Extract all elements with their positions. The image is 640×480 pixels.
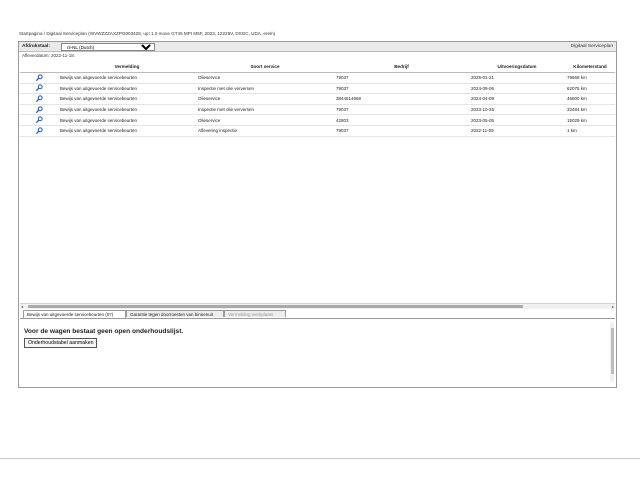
cell-soort-service: Olieservice	[196, 72, 334, 84]
col-bedrijf-header[interactable]: Bedrijf	[334, 60, 469, 73]
magnifier-icon[interactable]	[35, 105, 43, 113]
col-kilometerstand-header[interactable]: Kilometerstand	[565, 60, 615, 73]
scroll-right-icon[interactable]: ▸	[612, 304, 614, 309]
language-select[interactable]: nl-NL (Dutch)	[61, 42, 155, 51]
tab-strip: Bewijs van uitgevoerde servicebeurten (0…	[20, 310, 615, 319]
tab-workshop-notes: Vermelding werkplaats	[224, 310, 286, 317]
print-language-label: Afdrukstaal:	[22, 43, 50, 49]
cell-vermelding: Bewijs van uitgevoerde servicebeurten	[58, 83, 196, 95]
cell-soort-service: Aflevering inspectie	[196, 125, 334, 137]
vertical-scrollbar-thumb[interactable]	[610, 328, 614, 374]
cell-vermelding: Bewijs van uitgevoerde servicebeurten	[58, 104, 196, 116]
cell-kilometerstand: 79668 km	[565, 72, 615, 84]
col-vermelding-header[interactable]: Vermelding	[58, 60, 196, 73]
cell-bedrijf: 79037	[334, 125, 469, 137]
table-row[interactable]: Bewijs van uitgevoerde servicebeurten Oli…	[20, 114, 615, 126]
table-row[interactable]: Bewijs van uitgevoerde servicebeurten Oli…	[20, 93, 615, 105]
cell-vermelding: Bewijs van uitgevoerde servicebeurten	[58, 114, 196, 126]
tab-service-records[interactable]: Bewijs van uitgevoerde servicebeurten (0…	[23, 310, 126, 318]
magnifier-icon[interactable]	[35, 116, 43, 124]
view-icon[interactable]	[20, 125, 58, 137]
toolbar: Afdrukstaal: nl-NL (Dutch) Digitaal Serv…	[19, 42, 616, 52]
cell-bedrijf: 79037	[334, 83, 469, 95]
cell-soort-service: Olieservice	[196, 93, 334, 105]
service-history-table: Vermelding Soort service Bedrijf Uitvoer…	[20, 60, 615, 137]
breadcrumb: Startpagina / Digitaal Serviceplan (WVWZ…	[19, 31, 276, 36]
cell-uitvoeringsdatum: 2024-04-09	[469, 93, 565, 105]
view-icon[interactable]	[20, 114, 58, 126]
cell-uitvoeringsdatum: 2023-05-05	[469, 114, 565, 126]
magnifier-icon[interactable]	[35, 84, 43, 92]
cell-bedrijf: 42803	[334, 114, 469, 126]
table-row[interactable]: Bewijs van uitgevoerde servicebeurten Oli…	[20, 72, 615, 84]
cell-vermelding: Bewijs van uitgevoerde servicebeurten	[58, 125, 196, 137]
view-icon[interactable]	[20, 83, 58, 95]
magnifier-icon[interactable]	[35, 74, 43, 81]
cell-soort-service: Inspectie met olie verversen	[196, 104, 334, 116]
panel-title: Digitaal Serviceplan	[570, 43, 613, 49]
no-open-list-message: Voor de wagen bestaat geen open onderhou…	[24, 328, 184, 335]
cell-bedrijf: 79037	[334, 72, 469, 84]
cell-soort-service: Inspectie met olie verversen	[196, 83, 334, 95]
service-history-grid: Vermelding Soort service Bedrijf Uitvoer…	[20, 60, 615, 325]
cell-kilometerstand: 46600 km	[565, 93, 615, 105]
cell-kilometerstand: 1 km	[565, 125, 615, 137]
scroll-left-icon[interactable]: ◂	[21, 304, 23, 309]
cell-vermelding: Bewijs van uitgevoerde servicebeurten	[58, 72, 196, 84]
delivery-date: Afleverdatum: 2022-11-18.	[22, 53, 75, 58]
magnifier-icon[interactable]	[35, 95, 43, 102]
cell-bedrijf: 3844614668	[334, 93, 469, 105]
divider	[0, 458, 640, 459]
service-plan-panel: Afdrukstaal: nl-NL (Dutch) Digitaal Serv…	[18, 41, 617, 388]
magnifier-icon[interactable]	[35, 127, 43, 134]
view-icon[interactable]	[20, 104, 58, 116]
view-icon[interactable]	[20, 72, 58, 84]
cell-kilometerstand: 62075 km	[565, 83, 615, 95]
col-icon-header	[20, 60, 58, 73]
horizontal-scrollbar[interactable]: ◂ ▸	[20, 303, 615, 309]
table-header-row: Vermelding Soort service Bedrijf Uitvoer…	[20, 60, 615, 73]
cell-uitvoeringsdatum: 2024-09-06	[469, 83, 565, 95]
scrollbar-thumb[interactable]	[28, 305, 523, 308]
table-row[interactable]: Bewijs van uitgevoerde servicebeurten Ins…	[20, 83, 615, 95]
table-row[interactable]: Bewijs van uitgevoerde servicebeurten Ins…	[20, 104, 615, 116]
tab-rust-warranty[interactable]: Garantie tegen doorroesten van binnenuit	[126, 310, 224, 317]
cell-kilometerstand: 15029 km	[565, 114, 615, 126]
cell-vermelding: Bewijs van uitgevoerde servicebeurten	[58, 93, 196, 105]
cell-uitvoeringsdatum: 2023-10-26	[469, 104, 565, 116]
maintenance-panel: Voor de wagen bestaat geen open onderhou…	[20, 320, 615, 386]
col-soort-service-header[interactable]: Soort service	[196, 60, 334, 73]
create-maintenance-table-button[interactable]: Onderhoudstabel aanmaken	[24, 338, 98, 348]
vertical-scrollbar[interactable]	[610, 322, 614, 382]
col-uitvoeringsdatum-header[interactable]: Uitvoeringsdatum	[469, 60, 565, 73]
table-row[interactable]: Bewijs van uitgevoerde servicebeurten Afl…	[20, 125, 615, 137]
cell-uitvoeringsdatum: 2022-11-09	[469, 125, 565, 137]
cell-uitvoeringsdatum: 2025-01-21	[469, 72, 565, 84]
cell-kilometerstand: 32484 km	[565, 104, 615, 116]
cell-soort-service: Olieservice	[196, 114, 334, 126]
view-icon[interactable]	[20, 93, 58, 105]
cell-bedrijf: 79037	[334, 104, 469, 116]
